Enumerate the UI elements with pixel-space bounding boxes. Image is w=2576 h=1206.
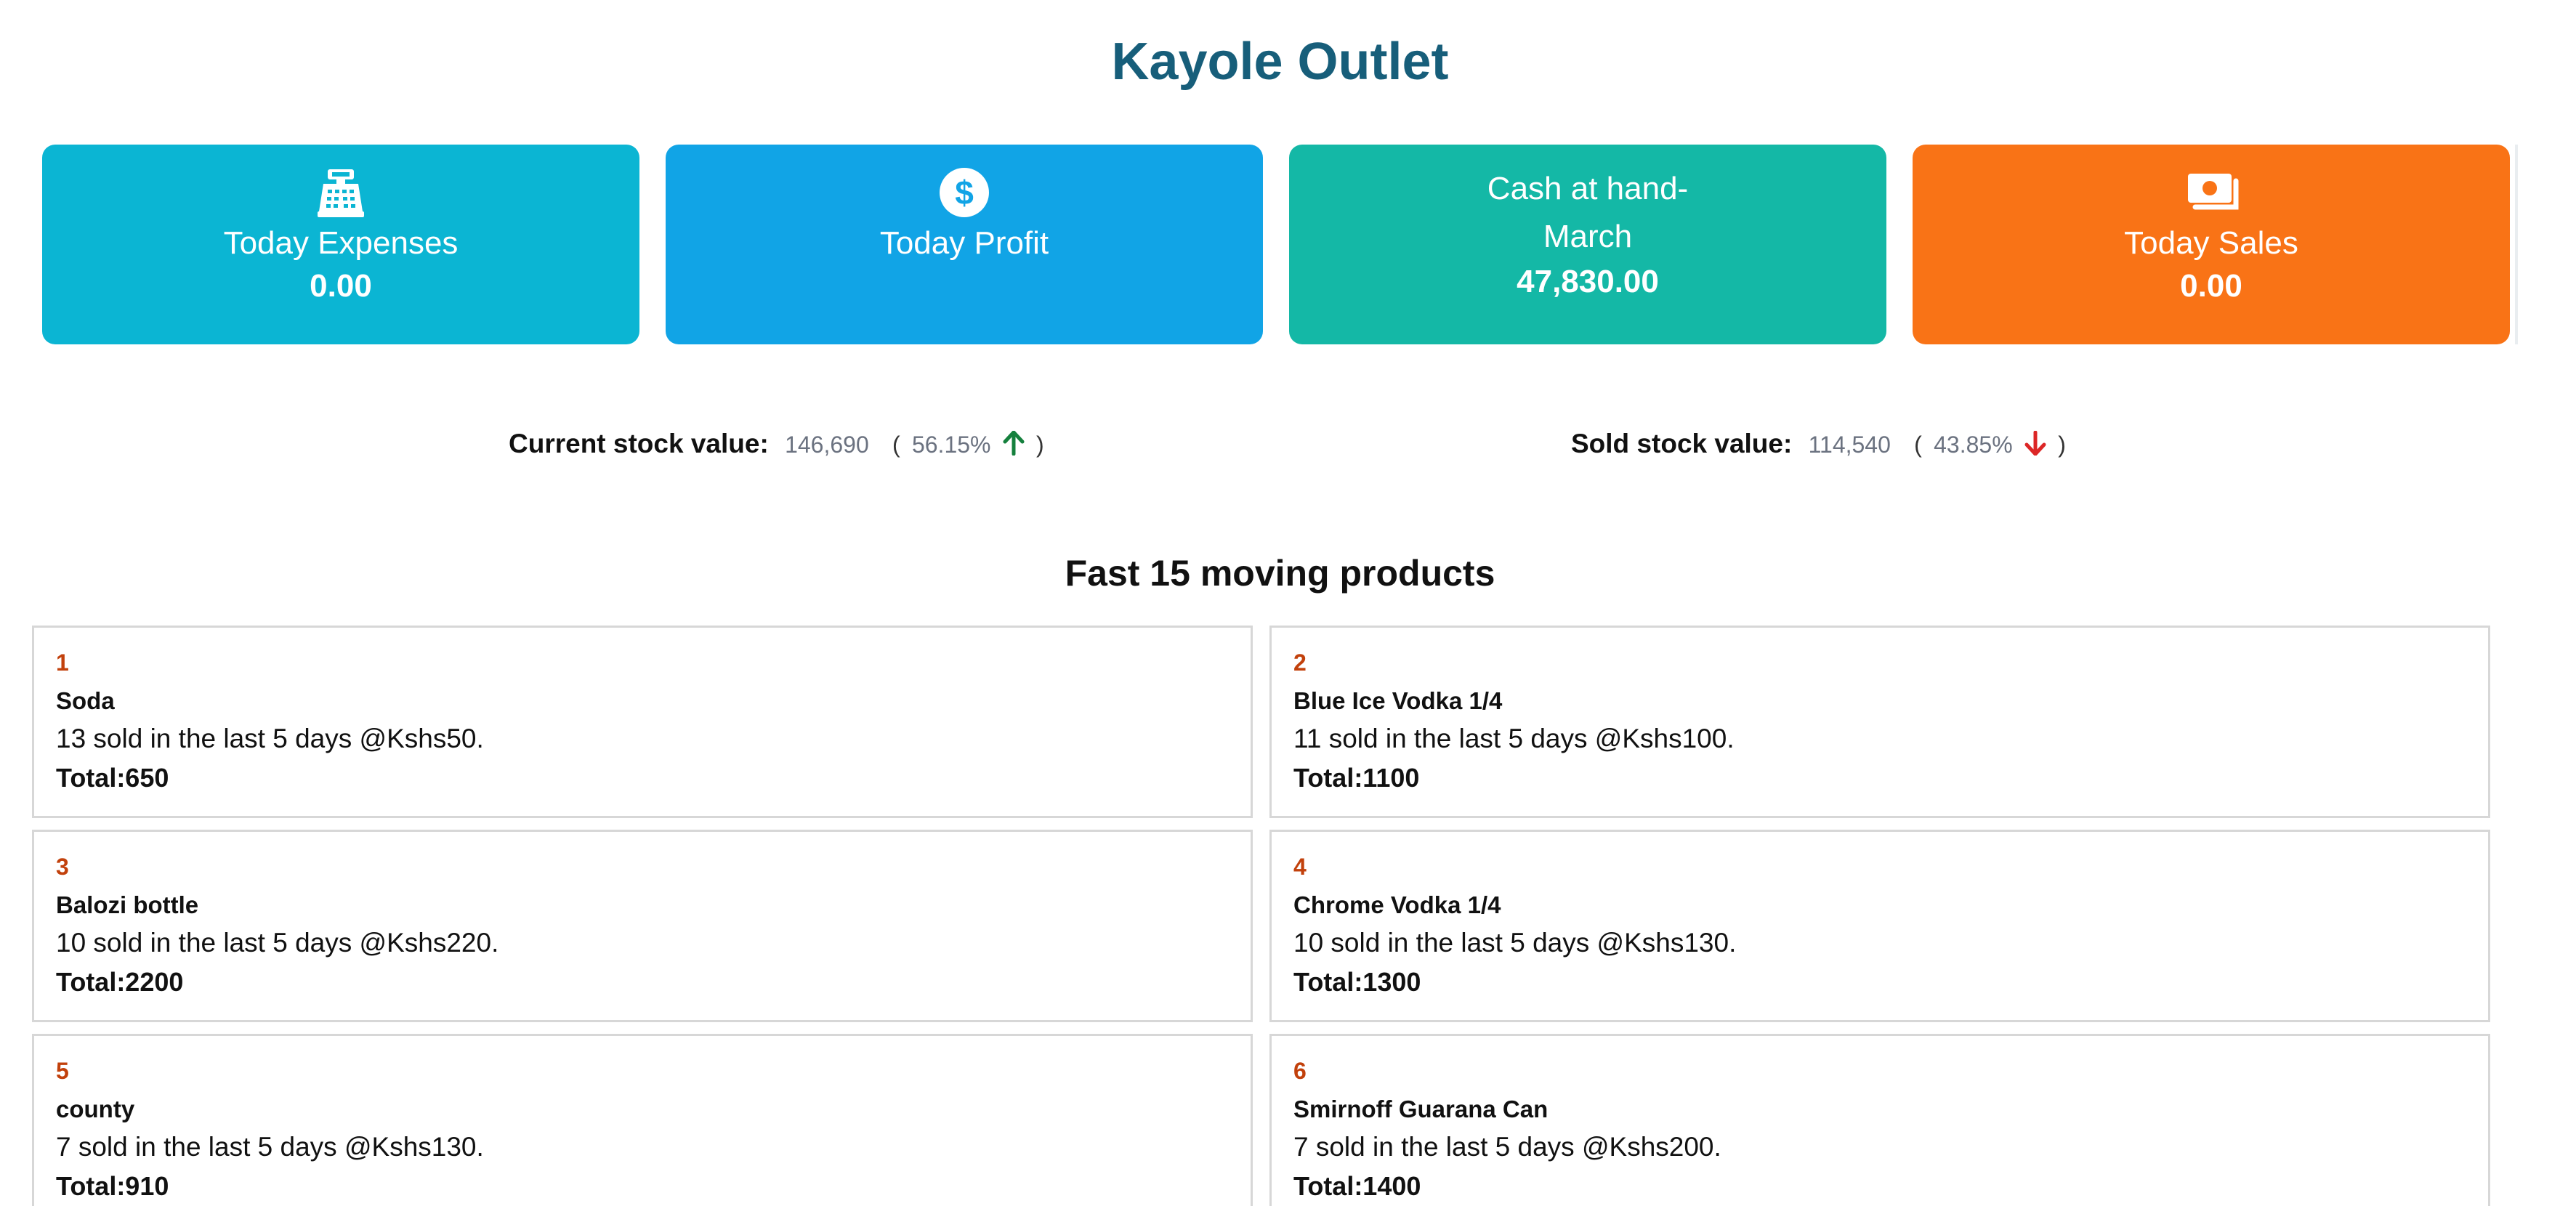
card-value: 0.00 <box>2180 268 2242 304</box>
product-item: 6 Smirnoff Guarana Can 7 sold in the las… <box>1269 1034 2490 1206</box>
today-profit-card[interactable]: $ Today Profit <box>666 145 1263 344</box>
product-sales-description: 13 sold in the last 5 days @Kshs50. <box>56 724 484 753</box>
open-paren: ( <box>1914 432 1922 458</box>
card-label: Today Expenses <box>223 225 459 261</box>
product-sales-description: 10 sold in the last 5 days @Kshs130. <box>1293 928 1737 958</box>
product-sales-description: 7 sold in the last 5 days @Kshs130. <box>56 1132 484 1162</box>
product-name: Balozi bottle <box>56 891 199 918</box>
cash-at-hand-card[interactable]: Cash at hand-March 47,830.00 <box>1289 145 1886 344</box>
current-stock-value: Current stock value: 146,690 ( 56.15% ) <box>509 429 1044 459</box>
product-total: Total:910 <box>56 1171 169 1201</box>
dashboard-page: Kayole Outlet Today Expenses 0.00 $ Toda… <box>0 0 2576 1206</box>
product-name: county <box>56 1096 135 1122</box>
stock-amount: 146,690 <box>785 432 869 458</box>
next-card-edge <box>2515 145 2518 344</box>
product-name: Soda <box>56 687 115 714</box>
close-paren: ) <box>1036 432 1044 458</box>
svg-text:$: $ <box>955 174 974 211</box>
card-label: Today Sales <box>2124 225 2298 261</box>
close-paren: ) <box>2058 432 2066 458</box>
product-total: Total:1300 <box>1293 967 1421 997</box>
cash-register-icon <box>315 166 367 219</box>
card-label: Today Profit <box>879 225 1049 261</box>
stock-percent: 43.85% <box>1934 432 2013 458</box>
product-sales-description: 11 sold in the last 5 days @Kshs100. <box>1293 724 1735 753</box>
product-rank: 5 <box>56 1058 69 1084</box>
product-name: Chrome Vodka 1/4 <box>1293 891 1501 918</box>
stock-label: Current stock value: <box>509 429 769 458</box>
product-rank: 3 <box>56 854 69 880</box>
dollar-circle-icon: $ <box>938 166 990 219</box>
today-sales-card[interactable]: Today Sales 0.00 <box>1913 145 2510 344</box>
card-value: 0.00 <box>310 268 372 304</box>
card-label: Cash at hand-March <box>1487 171 1689 254</box>
product-rank: 6 <box>1293 1058 1307 1084</box>
product-sales-description: 10 sold in the last 5 days @Kshs220. <box>56 928 499 958</box>
fast-moving-products-title: Fast 15 moving products <box>1065 553 1495 594</box>
product-total: Total:2200 <box>56 967 184 997</box>
card-value: 47,830.00 <box>1517 264 1659 299</box>
product-rank: 2 <box>1293 649 1307 676</box>
page-title: Kayole Outlet <box>1111 33 1449 91</box>
sold-stock-value: Sold stock value: 114,540 ( 43.85% ) <box>1571 429 2066 459</box>
arrow-down-icon <box>2020 429 2058 458</box>
arrow-up-icon <box>998 429 1036 458</box>
product-total: Total:650 <box>56 763 169 793</box>
product-item: 3 Balozi bottle 10 sold in the last 5 da… <box>32 830 1253 1022</box>
stock-amount: 114,540 <box>1808 432 1891 458</box>
product-rank: 1 <box>56 649 69 676</box>
open-paren: ( <box>892 432 900 458</box>
money-bills-icon <box>2185 166 2239 219</box>
product-item: 4 Chrome Vodka 1/4 10 sold in the last 5… <box>1269 830 2490 1022</box>
today-expenses-card[interactable]: Today Expenses 0.00 <box>42 145 639 344</box>
product-item: 2 Blue Ice Vodka 1/4 11 sold in the last… <box>1269 626 2490 818</box>
product-sales-description: 7 sold in the last 5 days @Kshs200. <box>1293 1132 1721 1162</box>
product-rank: 4 <box>1293 854 1307 880</box>
product-name: Blue Ice Vodka 1/4 <box>1293 687 1503 714</box>
product-total: Total:1400 <box>1293 1171 1421 1201</box>
product-item: 1 Soda 13 sold in the last 5 days @Kshs5… <box>32 626 1253 818</box>
product-name: Smirnoff Guarana Can <box>1293 1096 1549 1122</box>
product-total: Total:1100 <box>1293 763 1420 793</box>
product-item: 5 county 7 sold in the last 5 days @Kshs… <box>32 1034 1253 1206</box>
stock-label: Sold stock value: <box>1571 429 1793 458</box>
stock-percent: 56.15% <box>911 432 991 458</box>
